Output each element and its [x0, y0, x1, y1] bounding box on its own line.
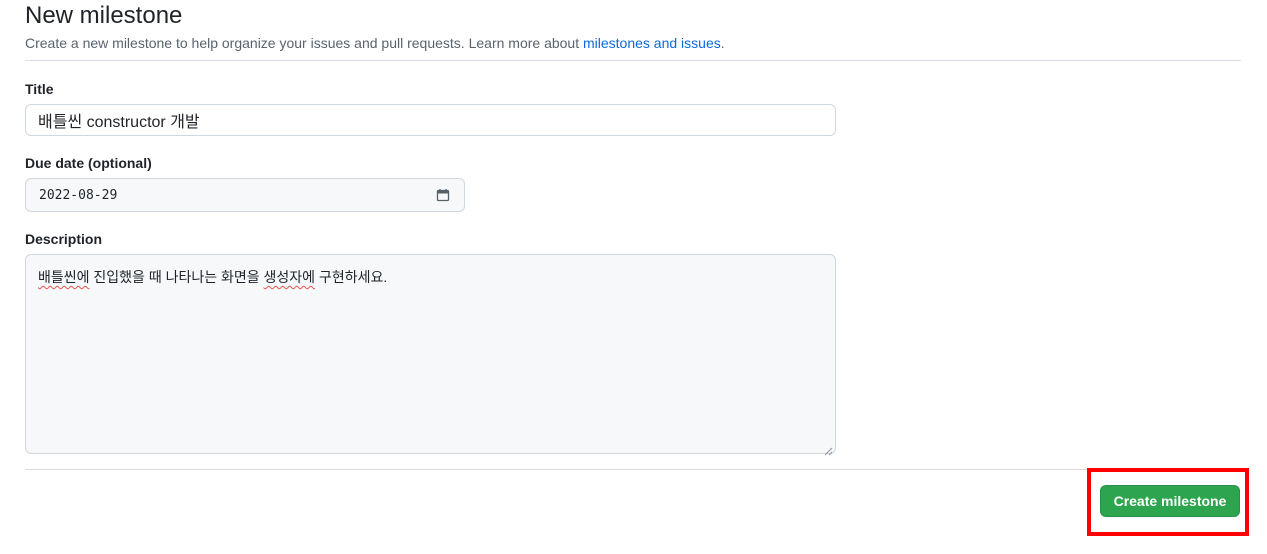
description-text: 배틀씬에 진입했을 때 나타나는 화면을 생성자에 구현하세요. — [38, 269, 387, 285]
subtitle-text: Create a new milestone to help organize … — [25, 35, 583, 51]
milestones-and-issues-link[interactable]: milestones and issues — [583, 35, 721, 51]
description-textarea[interactable]: 배틀씬에 진입했을 때 나타나는 화면을 생성자에 구현하세요. — [25, 254, 836, 456]
description-part-4: 구현하세요. — [315, 269, 388, 285]
form-divider — [25, 469, 1241, 470]
description-part-3: 생성자에 — [263, 269, 316, 285]
new-milestone-page: New milestone Create a new milestone to … — [0, 0, 1267, 554]
due-date-label: Due date (optional) — [25, 155, 152, 171]
title-input[interactable] — [25, 104, 836, 136]
header-divider — [25, 60, 1241, 61]
description-part-2: 진입했을 때 나타나는 화면을 — [89, 269, 264, 285]
resize-handle-icon[interactable] — [823, 441, 833, 456]
create-milestone-button[interactable]: Create milestone — [1100, 485, 1240, 517]
description-part-1: 배틀씬에 — [38, 269, 90, 285]
page-title: New milestone — [25, 2, 183, 29]
description-label: Description — [25, 231, 103, 247]
due-date-input[interactable]: 2022-08-29 — [25, 178, 465, 212]
calendar-icon[interactable] — [436, 188, 450, 202]
subtitle-suffix: . — [720, 35, 725, 51]
page-subtitle: Create a new milestone to help organize … — [25, 34, 725, 52]
title-label: Title — [25, 81, 54, 97]
due-date-value: 2022-08-29 — [39, 187, 118, 203]
